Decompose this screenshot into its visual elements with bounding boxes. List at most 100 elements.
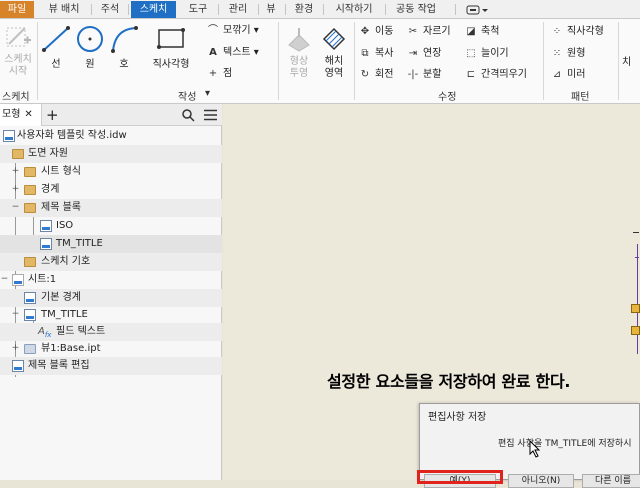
tree-item-iso[interactable]: ISO <box>0 217 222 235</box>
panel-title-modify: 수정 <box>438 92 457 103</box>
text-button[interactable]: A 텍스트 ▾ <box>206 45 259 61</box>
tree-item-default-border[interactable]: 기본 경계 <box>0 289 222 307</box>
tree-item-sheet1[interactable]: − 시트:1 <box>0 271 222 289</box>
circle-button[interactable]: 원 <box>74 25 106 71</box>
move-label: 이동 <box>375 26 394 37</box>
mirror-button[interactable]: ⊿ 미러 <box>550 67 586 83</box>
menu-icon[interactable] <box>204 109 217 121</box>
sketch-line <box>633 232 639 233</box>
stretch-button[interactable]: ⬚ 늘이기 <box>464 46 508 62</box>
copy-label: 복사 <box>375 48 394 59</box>
split-icon: -|- <box>407 69 419 80</box>
tab-tools[interactable]: 도구 <box>181 1 215 18</box>
move-button[interactable]: ✥ 이동 <box>358 24 394 40</box>
copy-button[interactable]: ⧉ 복사 <box>358 46 393 62</box>
start-sketch-label-1: 스케치 <box>4 54 32 65</box>
extend-label: 연장 <box>423 48 442 59</box>
line-button[interactable]: 선 <box>40 25 72 71</box>
offset-button[interactable]: ⊏ 간격띄우기 <box>464 67 527 83</box>
tab-view[interactable]: 뷰 <box>261 1 281 18</box>
collapse-icon[interactable]: − <box>11 203 20 212</box>
tree-item-title-blocks[interactable]: − 제목 블록 <box>0 199 222 217</box>
hatch-region-icon <box>322 27 346 51</box>
tab-annotate[interactable]: 주석 <box>93 1 127 18</box>
add-tab-icon[interactable]: + <box>46 106 59 124</box>
ribbon-options-button[interactable] <box>462 1 492 18</box>
rectangular-pattern-label: 직사각형 <box>567 26 604 37</box>
save-as-button[interactable]: 다른 이름 <box>582 474 640 488</box>
sketch-line <box>635 257 639 258</box>
project-geometry-label-2: 투영 <box>289 68 309 79</box>
tree-item-sheet-tm-title[interactable]: − TM_TITLE <box>0 306 222 324</box>
ribbon-panel: 스케치 시작 스케치 선 원 호 직사각형 ⌒ 모깎기 ▾ A 텍스트 ▾ + 점 작… <box>0 19 640 104</box>
expand-icon[interactable]: + <box>11 167 20 176</box>
tab-environment[interactable]: 환경 <box>288 1 320 18</box>
trim-button[interactable]: ✂ 자르기 <box>406 24 451 40</box>
grip-handle[interactable] <box>631 326 640 335</box>
collapse-icon[interactable]: − <box>11 310 20 319</box>
panel-create-dropdown-icon[interactable]: ▾ <box>205 88 210 99</box>
rectangular-pattern-button[interactable]: ⁘ 직사각형 <box>550 24 604 40</box>
grip-handle[interactable] <box>631 304 640 313</box>
panel-title-sketch: 스케치 <box>2 92 30 103</box>
text-icon: A <box>209 47 217 58</box>
cut-off-button[interactable]: 치 <box>622 55 631 71</box>
circular-pattern-button[interactable]: ⁙ 원형 <box>550 46 586 62</box>
tree-item-sketched-symbols[interactable]: 스케치 기호 <box>0 253 222 271</box>
tab-view-layout[interactable]: 뷰 배치 <box>41 1 87 18</box>
tree-item-label: TM_TITLE <box>56 238 103 249</box>
tab-sketch[interactable]: 스케치 <box>131 1 176 18</box>
tab-file[interactable]: 파일 <box>0 1 34 18</box>
tab-separator <box>91 4 92 15</box>
tree-item-view1[interactable]: + 뷰1:Base.ipt <box>0 340 222 358</box>
tree-item-borders[interactable]: + 경계 <box>0 181 222 199</box>
fillet-button[interactable]: ⌒ 모깎기 ▾ <box>206 23 259 39</box>
extend-button[interactable]: ⇥ 연장 <box>406 46 442 62</box>
tab-separator <box>323 4 324 15</box>
tab-get-started[interactable]: 시작하기 <box>327 1 381 18</box>
tree-item-drawing-resources[interactable]: − 도면 자원 <box>0 145 222 163</box>
split-button[interactable]: -|- 분할 <box>406 67 442 83</box>
tab-manage[interactable]: 관리 <box>221 1 255 18</box>
tree-item-root[interactable]: 사용자화 템플릿 작성.idw <box>0 127 222 145</box>
tree-item-field-text[interactable]: Afx 필드 텍스트 <box>0 323 222 341</box>
stretch-icon: ⬚ <box>466 48 476 59</box>
arc-button[interactable]: 호 <box>108 25 140 71</box>
collapse-icon[interactable]: − <box>0 275 9 284</box>
tree-item-sheet-formats[interactable]: + 시트 형식 <box>0 163 222 181</box>
rotate-button[interactable]: ↻ 회전 <box>358 67 394 83</box>
project-geometry-button[interactable]: 형상 투영 <box>282 25 316 80</box>
tab-collaborate[interactable]: 공동 작업 <box>388 1 444 18</box>
panel-title-create: 작성 <box>178 92 197 103</box>
no-button[interactable]: 아니오(N) <box>508 474 574 488</box>
panel-separator <box>618 22 619 100</box>
line-label: 선 <box>51 59 61 70</box>
fillet-label: 모깎기 <box>223 25 251 36</box>
view-icon <box>24 344 36 354</box>
offset-icon: ⊏ <box>466 69 476 80</box>
mirror-label: 미러 <box>567 69 586 80</box>
move-icon: ✥ <box>360 26 370 37</box>
start-sketch-label-2: 시작 <box>8 66 28 77</box>
folder-icon <box>24 167 36 177</box>
start-sketch-button[interactable]: 스케치 시작 <box>1 23 35 78</box>
rectangle-button[interactable]: 직사각형 <box>147 25 195 71</box>
tree-item-label: ISO <box>56 220 74 231</box>
tab-model[interactable]: 모형 ✕ <box>0 104 42 126</box>
split-label: 분할 <box>423 69 442 80</box>
tree-item-label: 기본 경계 <box>41 292 81 303</box>
expand-icon[interactable]: + <box>11 185 20 194</box>
highlight-box <box>417 470 503 484</box>
trim-label: 자르기 <box>423 26 451 37</box>
scale-button[interactable]: ◪ 축척 <box>464 24 499 40</box>
search-icon[interactable] <box>182 109 195 122</box>
tree-item-edit-title-block[interactable]: 제목 블록 편집 <box>0 357 222 375</box>
sheet-icon <box>12 274 24 286</box>
point-button[interactable]: + 점 <box>206 66 232 82</box>
hatch-region-button[interactable]: 해치 영역 <box>317 25 351 80</box>
panel-separator <box>37 22 38 100</box>
close-icon[interactable]: ✕ <box>24 109 32 120</box>
drawing-file-icon <box>3 130 15 142</box>
expand-icon[interactable]: + <box>11 344 20 353</box>
tree-item-tm-title[interactable]: TM_TITLE <box>0 235 222 253</box>
